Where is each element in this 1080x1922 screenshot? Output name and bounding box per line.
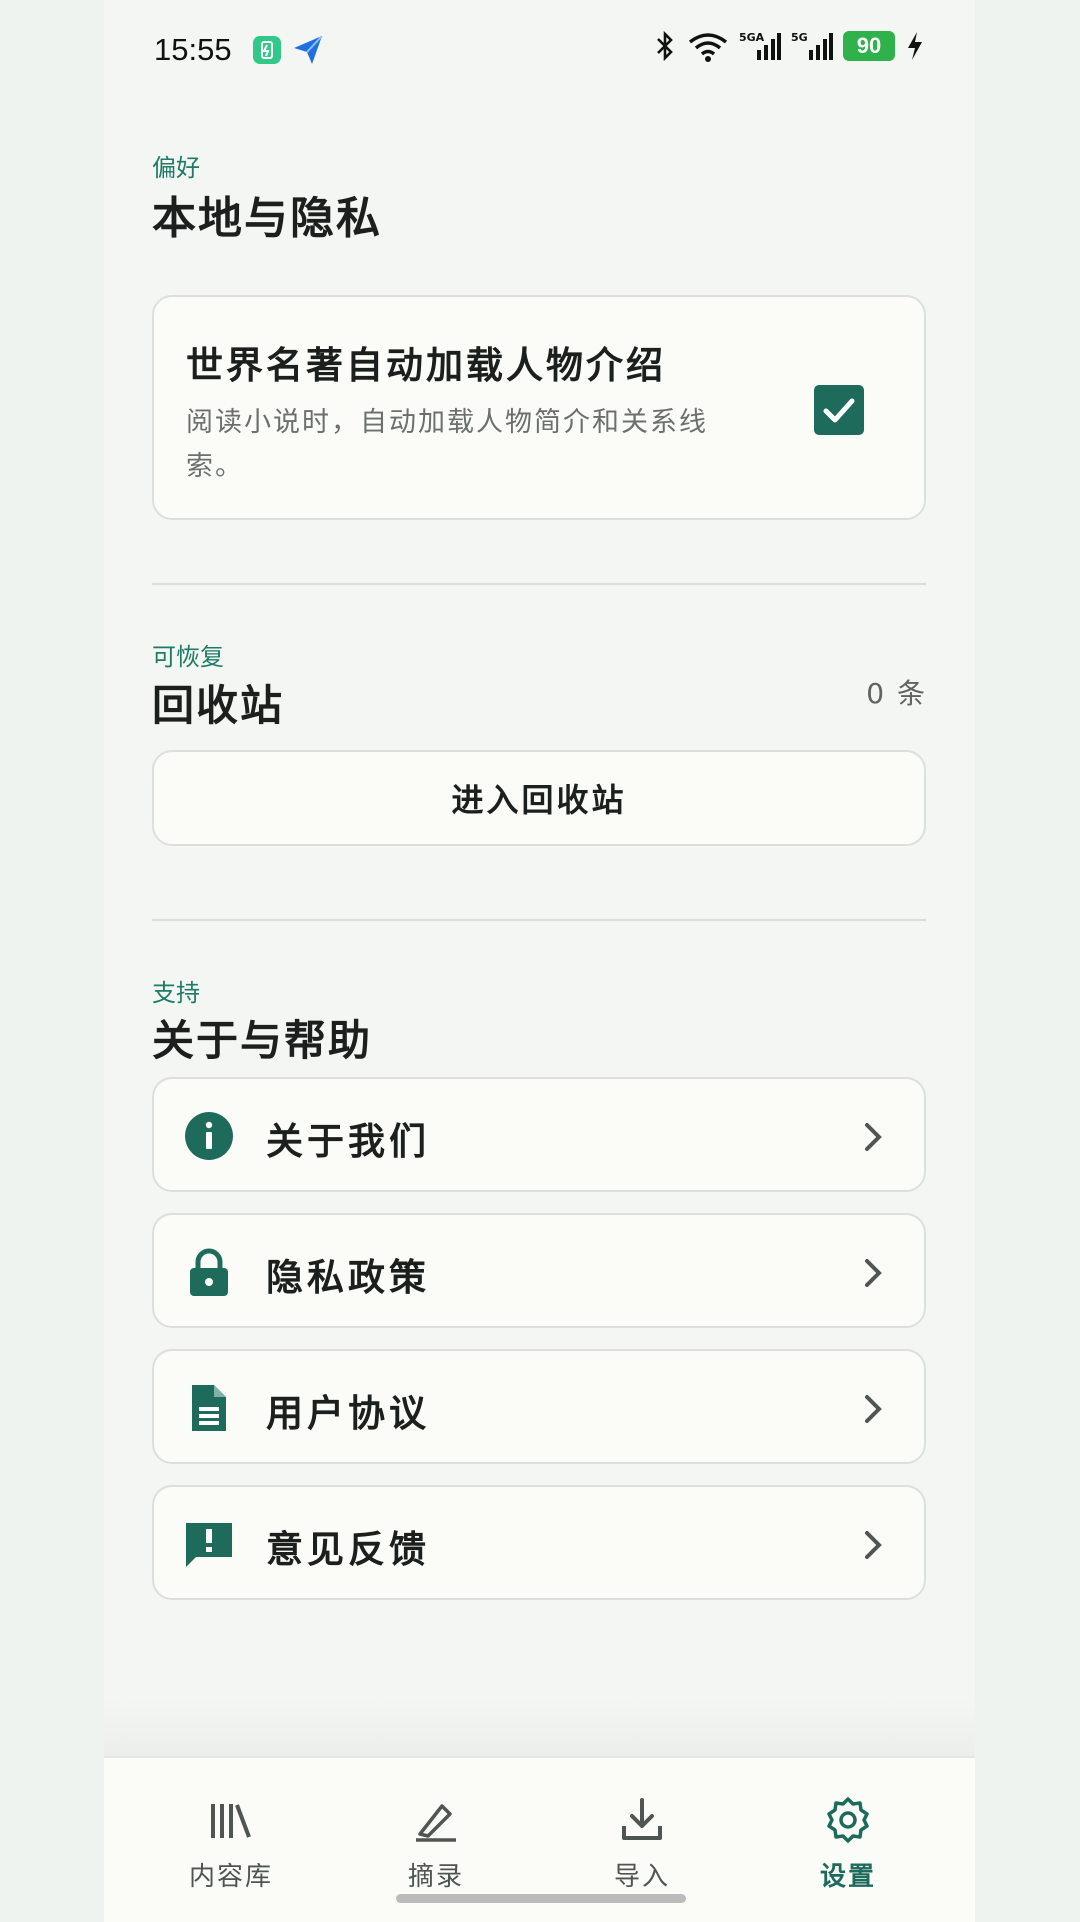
preferences-title: 本地与隐私 xyxy=(152,193,382,244)
user-agreement-row[interactable]: 用户协议 xyxy=(152,1349,926,1464)
about-us-row[interactable]: 关于我们 xyxy=(152,1077,926,1192)
library-icon xyxy=(211,1804,251,1838)
status-time: 15:55 xyxy=(154,32,232,67)
support-title: 关于与帮助 xyxy=(152,1016,373,1065)
battery-indicator: 90 xyxy=(843,31,895,61)
check-icon xyxy=(823,398,855,423)
nav-excerpts[interactable]: 摘录 xyxy=(366,1758,506,1898)
paper-plane-app-icon xyxy=(294,35,323,64)
support-eyebrow: 支持 xyxy=(152,979,200,1007)
auto-load-title: 世界名著自动加载人物介绍 xyxy=(186,344,666,387)
signal-5g-icon-2: 5G xyxy=(791,31,833,60)
section-divider-2 xyxy=(152,919,926,921)
chevron-right-icon xyxy=(865,1123,882,1151)
svg-text:5GA: 5GA xyxy=(739,31,765,44)
chevron-right-icon xyxy=(865,1259,882,1287)
info-icon xyxy=(185,1112,233,1160)
nav-library-label: 内容库 xyxy=(188,1862,273,1892)
signal-5g-icon: 5GA xyxy=(739,31,781,60)
nav-library[interactable]: 内容库 xyxy=(161,1758,301,1898)
nav-excerpts-label: 摘录 xyxy=(407,1862,464,1892)
highlight-pen-icon xyxy=(416,1804,456,1842)
preferences-eyebrow: 偏好 xyxy=(152,154,200,182)
section-divider xyxy=(152,583,926,585)
svg-text:5G: 5G xyxy=(791,31,808,44)
feedback-icon xyxy=(186,1523,232,1567)
nav-import-label: 导入 xyxy=(613,1862,670,1892)
settings-page: 15:55 5GA 5G 90 偏好 本地与隐私 世界名著自动加载人物介绍 阅读… xyxy=(104,0,975,1922)
bluetooth-icon xyxy=(657,30,673,62)
document-icon xyxy=(192,1385,226,1431)
auto-load-description: 阅读小说时，自动加载人物简介和关系线索。 xyxy=(186,407,708,482)
gear-icon xyxy=(827,1797,869,1843)
user-agreement-label: 用户协议 xyxy=(266,1392,430,1435)
chevron-right-icon xyxy=(865,1531,882,1559)
nav-settings-label: 设置 xyxy=(819,1862,876,1892)
recycle-eyebrow: 可恢复 xyxy=(152,643,224,671)
charging-icon xyxy=(908,32,922,60)
auto-load-characters-card[interactable]: 世界名著自动加载人物介绍 阅读小说时，自动加载人物简介和关系线索。 xyxy=(152,295,926,520)
privacy-policy-label: 隐私政策 xyxy=(266,1256,430,1299)
battery-saver-app-icon xyxy=(253,36,281,64)
download-icon xyxy=(622,1798,662,1840)
nav-import[interactable]: 导入 xyxy=(572,1758,712,1898)
privacy-policy-row[interactable]: 隐私政策 xyxy=(152,1213,926,1328)
home-indicator[interactable] xyxy=(396,1894,686,1903)
enter-recycle-bin-button[interactable]: 进入回收站 xyxy=(152,750,926,846)
feedback-row[interactable]: 意见反馈 xyxy=(152,1485,926,1600)
nav-settings[interactable]: 设置 xyxy=(778,1758,918,1898)
status-bar: 15:55 5GA 5G 90 xyxy=(104,0,975,104)
about-us-label: 关于我们 xyxy=(266,1120,430,1163)
auto-load-checkbox[interactable] xyxy=(814,385,864,435)
recycle-count: 0 条 xyxy=(866,677,927,710)
wifi-icon xyxy=(688,33,728,62)
recycle-title: 回收站 xyxy=(152,681,285,730)
lock-icon xyxy=(190,1248,228,1296)
feedback-label: 意见反馈 xyxy=(266,1528,430,1571)
chevron-right-icon xyxy=(865,1395,882,1423)
